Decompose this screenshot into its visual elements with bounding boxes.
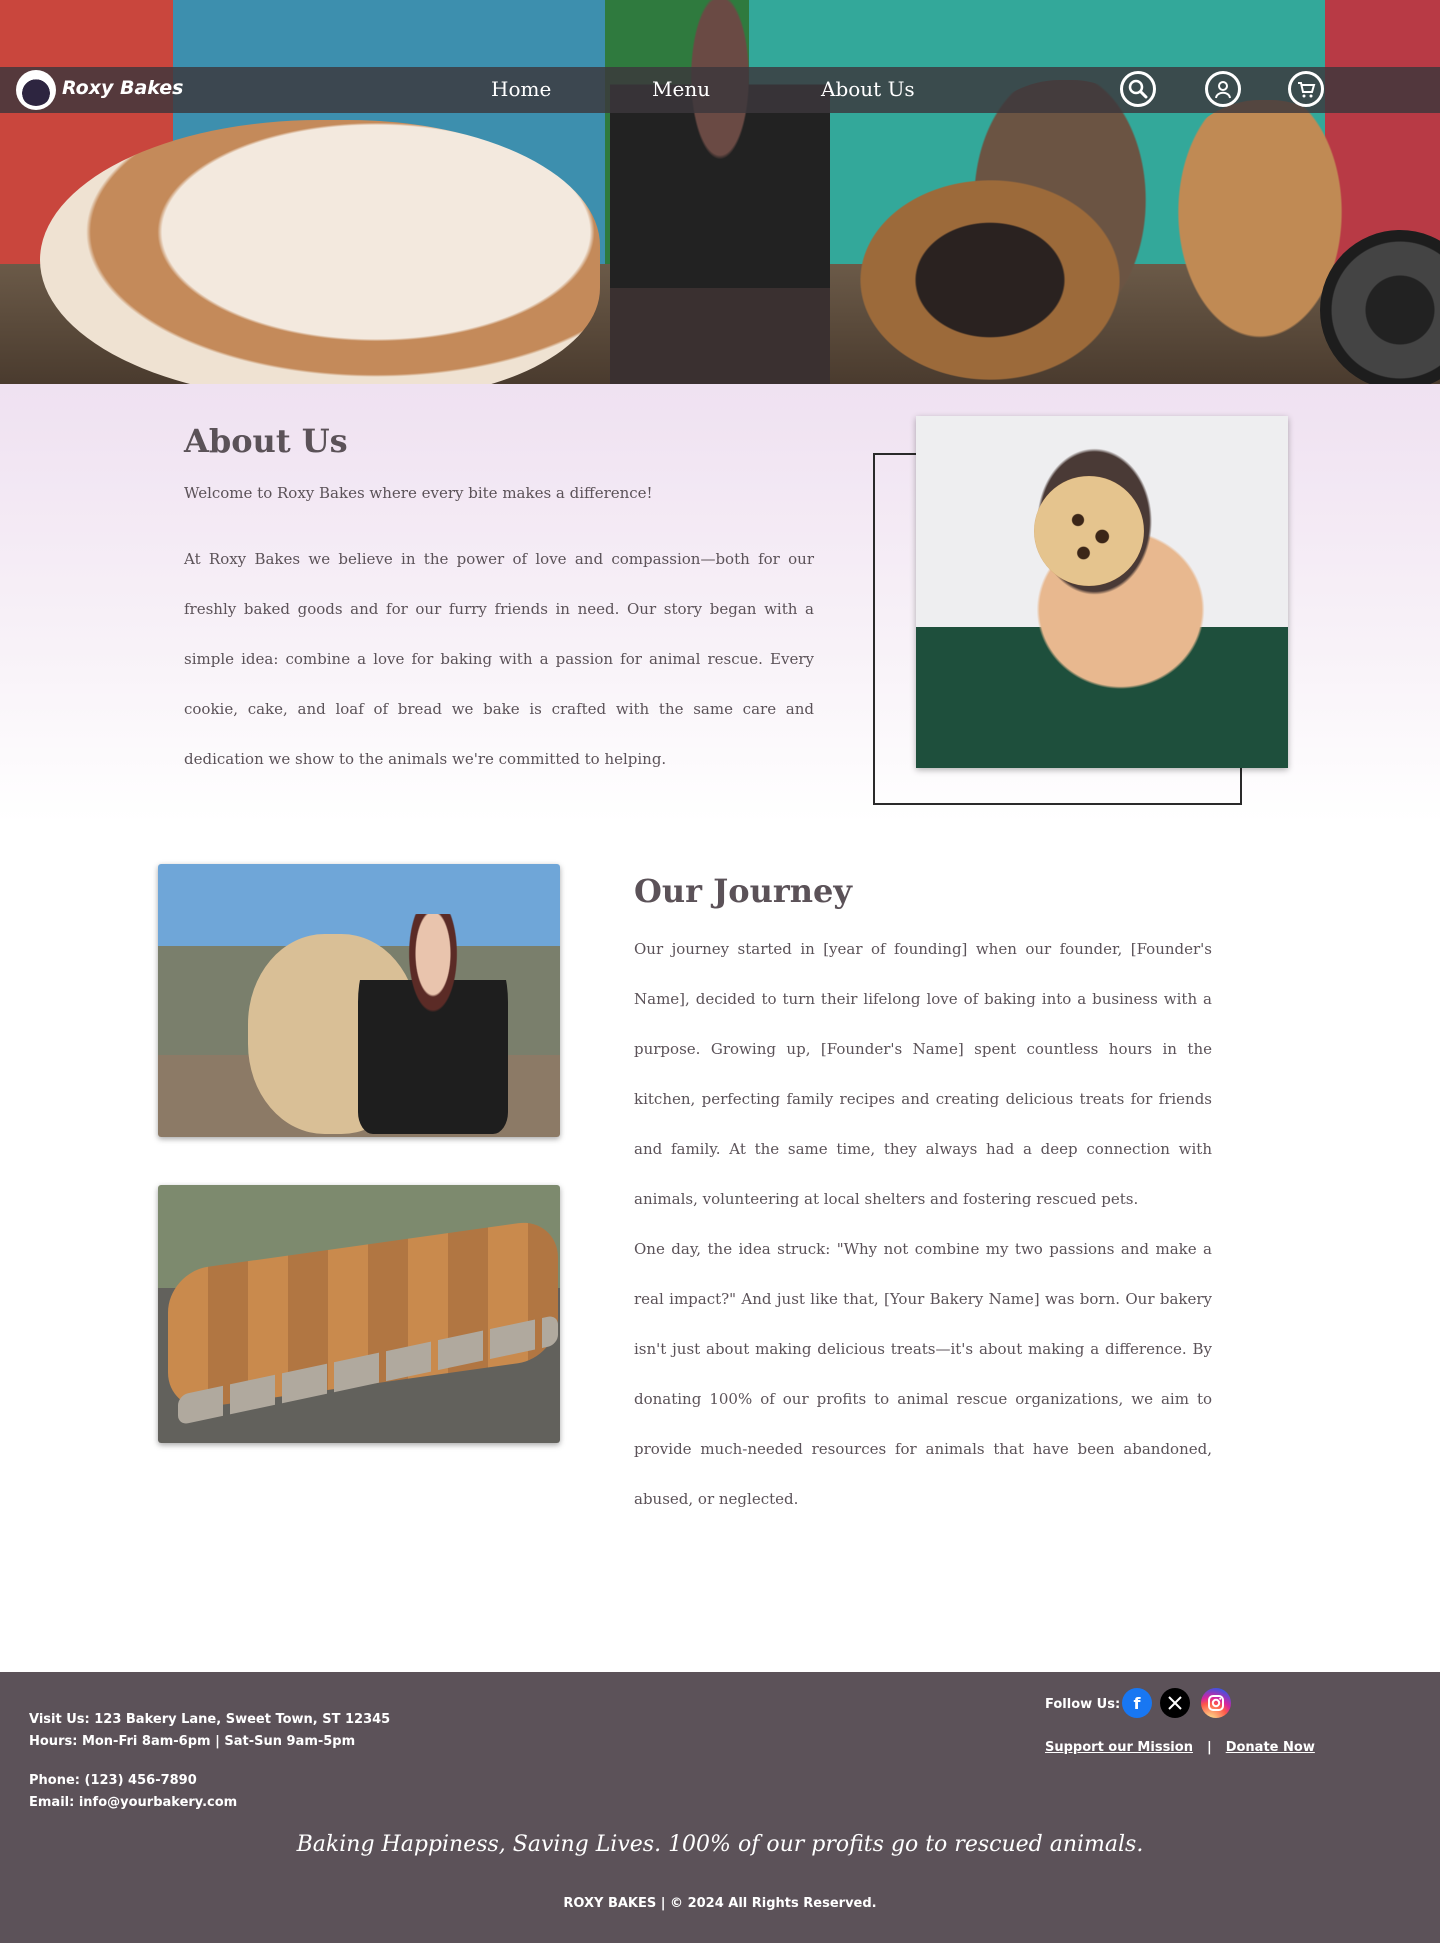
cart-icon[interactable]: [1288, 71, 1324, 107]
footer-links: Support our Mission | Donate Now: [1045, 1740, 1315, 1755]
footer-email: Email: info@yourbakery.com: [29, 1795, 238, 1810]
nav-home[interactable]: Home: [491, 77, 551, 101]
dogs-eating-photo: [158, 1185, 560, 1443]
hero-dog-image: [40, 120, 600, 384]
brand-name[interactable]: Roxy Bakes: [62, 77, 183, 99]
woman-image: [358, 914, 508, 1134]
links-separator: |: [1206, 1740, 1212, 1755]
donate-now-link[interactable]: Donate Now: [1226, 1740, 1315, 1755]
journey-paragraph-2: One day, the idea struck: "Why not combi…: [634, 1240, 1212, 1508]
about-body: At Roxy Bakes we believe in the power of…: [184, 550, 814, 768]
footer-tagline: Baking Happiness, Saving Lives. 100% of …: [296, 1832, 1144, 1857]
dog-logo-icon: [20, 74, 52, 106]
hero-dog-image: [860, 180, 1120, 380]
footer-hours: Hours: Mon-Fri 8am-6pm | Sat-Sun 9am-5pm: [29, 1734, 356, 1749]
about-title: About Us: [184, 422, 348, 460]
facebook-icon[interactable]: f: [1122, 1688, 1152, 1718]
navbar: Roxy Bakes Home Menu About Us: [0, 67, 1440, 113]
user-icon[interactable]: [1205, 71, 1241, 107]
follow-us-label: Follow Us:: [1045, 1697, 1121, 1712]
about-intro: Welcome to Roxy Bakes where every bite m…: [184, 484, 653, 502]
footer-address: Visit Us: 123 Bakery Lane, Sweet Town, S…: [29, 1712, 391, 1727]
hero-banner: Roxy Bakes Home Menu About Us: [0, 0, 1440, 384]
hero-woman-image: [610, 0, 830, 384]
nav-menu[interactable]: Menu: [652, 77, 710, 101]
footer-phone: Phone: (123) 456-7890: [29, 1773, 197, 1788]
logo[interactable]: [16, 70, 56, 110]
footer-copyright: ROXY BAKES | © 2024 All Rights Reserved.: [563, 1896, 877, 1911]
footer: Visit Us: 123 Bakery Lane, Sweet Town, S…: [0, 1672, 1440, 1943]
woman-hugging-dog-photo: [158, 864, 560, 1137]
support-mission-link[interactable]: Support our Mission: [1045, 1740, 1193, 1755]
x-twitter-icon[interactable]: [1160, 1688, 1190, 1718]
journey-paragraph-1: Our journey started in [year of founding…: [634, 940, 1212, 1208]
search-icon[interactable]: [1120, 71, 1156, 107]
instagram-icon[interactable]: [1201, 1688, 1231, 1718]
cookie-image: [1034, 476, 1144, 586]
nav-about-us[interactable]: About Us: [821, 77, 915, 101]
journey-title: Our Journey: [634, 872, 852, 910]
cookie-photo: [916, 416, 1288, 768]
